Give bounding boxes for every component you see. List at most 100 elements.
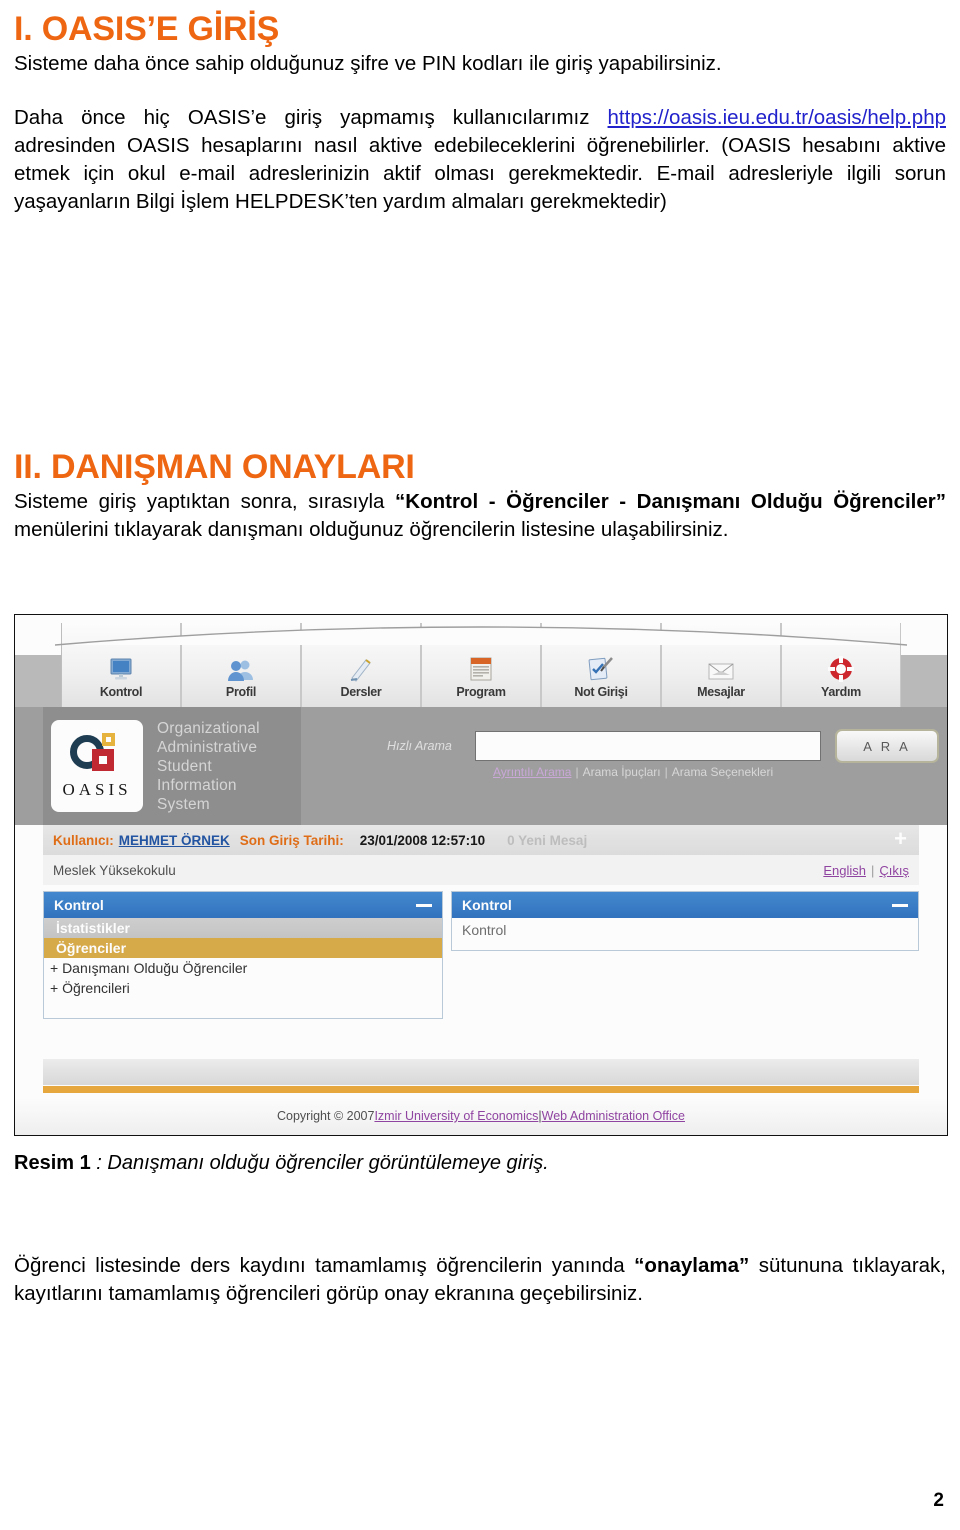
- tab-label: Profil: [225, 685, 257, 699]
- search-tips-link[interactable]: Arama İpuçları: [583, 765, 661, 779]
- oasis-acronym-expansion: Organizational Administrative Student In…: [157, 719, 260, 814]
- tab-kontrol[interactable]: Kontrol: [61, 623, 181, 707]
- content-panels: Kontrol İstatistikler Öğrenciler + Danış…: [43, 891, 919, 1051]
- tab-label: Kontrol: [99, 685, 143, 699]
- oasis-application-screenshot: Kontrol Profil Dersler Program Not Giriş…: [15, 615, 947, 1135]
- tab-label: Dersler: [340, 685, 382, 699]
- user-label: Kullanıcı:: [53, 832, 114, 848]
- unitbar-links: English | Çıkış: [823, 863, 909, 878]
- monitor-icon: [108, 652, 134, 682]
- section-2-post-text: menülerini tıklayarak danışmanı olduğunu…: [14, 518, 729, 541]
- figure-screenshot-frame: Kontrol Profil Dersler Program Not Giriş…: [14, 614, 948, 1136]
- section-2-paragraph: Sisteme giriş yaptıktan sonra, sırasıyla…: [14, 488, 946, 544]
- main-navigation-tabbar: Kontrol Profil Dersler Program Not Giriş…: [15, 615, 947, 712]
- copyright-footer: Copyright © 2007 Izmir University of Eco…: [15, 1097, 947, 1135]
- expansion-line-4: Information: [157, 776, 237, 794]
- right-kontrol-panel: Kontrol Kontrol: [451, 891, 919, 951]
- user-name-link[interactable]: MEHMET ÖRNEK: [119, 833, 230, 848]
- expansion-line-5: System: [157, 795, 210, 813]
- page-number: 2: [933, 1490, 944, 1511]
- university-link[interactable]: Izmir University of Economics: [374, 1109, 538, 1123]
- tab-yardim[interactable]: Yardım: [781, 623, 901, 707]
- paragraph-2-pre-text: Daha önce hiç OASIS’e giriş yapmamış kul…: [14, 106, 608, 129]
- section-2-menu-path: “Kontrol - Öğrenciler - Danışmanı Olduğu…: [395, 490, 947, 513]
- expansion-line-2: Administrative: [157, 738, 258, 756]
- figure-caption-text: : Danışmanı olduğu öğrenciler görüntülem…: [90, 1152, 549, 1174]
- closing-pre-text: Öğrenci listesinde ders kaydını tamamlam…: [14, 1254, 635, 1277]
- calendar-icon: [469, 652, 493, 682]
- document-text-column: I. OASIS’E GİRİŞ Sisteme daha önce sahip…: [14, 10, 946, 216]
- tabbar-right-rail: [899, 655, 947, 712]
- figure-caption: Resim 1 : Danışmanı olduğu öğrenciler gö…: [14, 1152, 946, 1175]
- checklist-pen-icon: [587, 652, 615, 682]
- detailed-search-link[interactable]: Ayrıntılı Arama: [493, 765, 571, 779]
- logo-yellow-square-shape: [102, 732, 115, 746]
- search-helper-links: Ayrıntılı Arama | Arama İpuçları | Arama Seç…: [493, 765, 773, 779]
- menu-item-istatistikler[interactable]: İstatistikler: [44, 918, 442, 938]
- last-login-label: Son Giriş Tarihi:: [239, 832, 344, 848]
- new-messages-count[interactable]: 0 Yeni Mesaj: [507, 833, 587, 848]
- oasis-logo-text: OASIS: [62, 779, 132, 799]
- english-language-link[interactable]: English: [823, 863, 866, 878]
- organization-unit-bar: Meslek Yüksekokulu English | Çıkış: [43, 855, 919, 885]
- section-2-block: II. DANIŞMAN ONAYLARI Sisteme giriş yapt…: [14, 448, 946, 544]
- right-panel-header: Kontrol: [452, 892, 918, 918]
- search-submit-button[interactable]: A R A: [835, 729, 939, 763]
- tab-not-girisi[interactable]: Not Girişi: [541, 623, 661, 707]
- right-panel-title: Kontrol: [462, 897, 512, 913]
- logout-link[interactable]: Çıkış: [879, 863, 909, 878]
- quick-search-input[interactable]: [475, 731, 821, 761]
- collapse-minus-icon[interactable]: [892, 903, 908, 907]
- search-options-link[interactable]: Arama Seçenekleri: [672, 765, 773, 779]
- collapse-minus-icon[interactable]: [416, 903, 432, 907]
- web-admin-office-link[interactable]: Web Administration Office: [542, 1109, 685, 1123]
- tab-label: Not Girişi: [574, 685, 628, 699]
- menu-item-ogrencileri[interactable]: + Öğrencileri: [44, 978, 442, 998]
- oasis-help-link[interactable]: https://oasis.ieu.edu.tr/oasis/help.php: [608, 106, 946, 129]
- section-1-paragraph-2: Daha önce hiç OASIS’e giriş yapmamış kul…: [14, 104, 946, 216]
- right-panel-body-text: Kontrol: [462, 922, 507, 938]
- menu-item-danismani-oldugu-ogrenciler[interactable]: + Danışmanı Olduğu Öğrenciler: [44, 958, 442, 978]
- orange-divider-bar: [43, 1085, 919, 1094]
- figure-caption-label: Resim 1: [14, 1152, 91, 1174]
- oasis-logo: OASIS: [51, 720, 143, 812]
- tab-label: Program: [456, 685, 506, 699]
- tab-list: Kontrol Profil Dersler Program Not Giriş…: [61, 623, 901, 707]
- expansion-line-1: Organizational: [157, 719, 260, 737]
- organization-unit-name: Meslek Yüksekokulu: [53, 862, 176, 878]
- copyright-text: Copyright © 2007: [276, 1109, 375, 1123]
- left-kontrol-panel: Kontrol İstatistikler Öğrenciler + Danış…: [43, 891, 443, 1019]
- envelope-icon: [707, 652, 735, 682]
- tab-profil[interactable]: Profil: [181, 623, 301, 707]
- section-2-heading: II. DANIŞMAN ONAYLARI: [14, 448, 415, 486]
- brand-search-band: OASIS Organizational Administrative Stud…: [15, 707, 947, 825]
- user-info-bar: Kullanıcı: MEHMET ÖRNEK Son Giriş Tarihi…: [43, 825, 919, 856]
- tab-program[interactable]: Program: [421, 623, 541, 707]
- logo-red-square-shape: [92, 748, 114, 771]
- left-panel-header: Kontrol: [44, 892, 442, 918]
- tabbar-left-rail: [15, 655, 63, 712]
- unitbar-link-separator: |: [870, 862, 875, 878]
- expansion-line-3: Student: [157, 757, 212, 775]
- quick-search-label: Hızlı Arama: [387, 739, 452, 753]
- paragraph-2-post-text: adresinden OASIS hesaplarını nasıl aktiv…: [14, 134, 946, 213]
- oasis-logo-mark: [68, 732, 126, 777]
- tab-mesajlar[interactable]: Mesajlar: [661, 623, 781, 707]
- pen-paper-icon: [348, 652, 374, 682]
- left-panel-title: Kontrol: [54, 897, 104, 913]
- users-icon: [227, 652, 255, 682]
- brand-block: OASIS Organizational Administrative Stud…: [43, 707, 301, 825]
- section-1-paragraph-1: Sisteme daha önce sahip olduğunuz şifre …: [14, 52, 722, 75]
- search-link-separator-2: |: [664, 765, 668, 779]
- document-page: I. OASIS’E GİRİŞ Sisteme daha önce sahip…: [0, 0, 960, 1530]
- tab-label: Yardım: [821, 685, 861, 699]
- closing-paragraph: Öğrenci listesinde ders kaydını tamamlam…: [14, 1252, 946, 1308]
- closing-bold-term: “onaylama”: [634, 1254, 750, 1277]
- tab-dersler[interactable]: Dersler: [301, 623, 421, 707]
- tab-label: Mesajlar: [697, 685, 745, 699]
- expand-plus-icon[interactable]: +: [894, 828, 907, 850]
- panel-footer-strip: [43, 1059, 919, 1085]
- search-link-separator-1: |: [575, 765, 579, 779]
- menu-item-ogrenciler[interactable]: Öğrenciler: [44, 938, 442, 958]
- section-1-heading: I. OASIS’E GİRİŞ: [14, 10, 280, 48]
